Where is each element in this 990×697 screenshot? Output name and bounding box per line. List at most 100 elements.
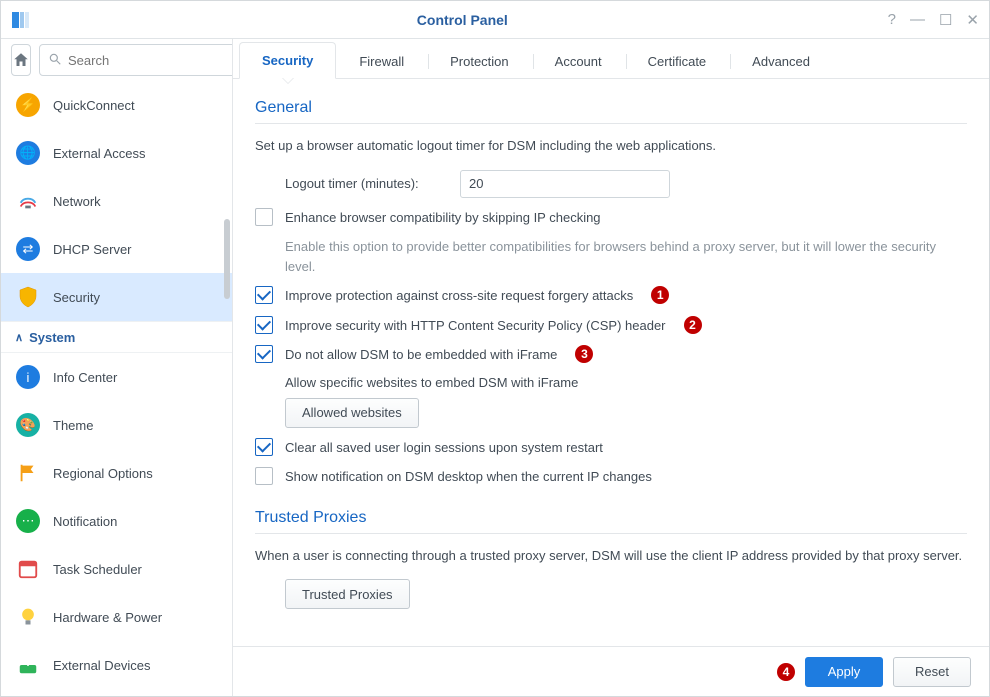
- sidebar-item-dhcp[interactable]: ⇄ DHCP Server: [1, 225, 232, 273]
- sidebar-item-security[interactable]: Security: [1, 273, 232, 321]
- help-icon[interactable]: ?: [888, 11, 896, 29]
- tab-label: Protection: [450, 54, 509, 69]
- enhance-compat-hint-row: Enable this option to provide better com…: [255, 237, 967, 276]
- trusted-proxies-button[interactable]: Trusted Proxies: [285, 579, 410, 609]
- calendar-icon: [15, 556, 41, 582]
- sidebar-item-label: QuickConnect: [53, 98, 135, 113]
- chat-icon: ⋯: [15, 508, 41, 534]
- home-button[interactable]: [11, 44, 31, 76]
- sidebar-item-external-access[interactable]: 🌐 External Access: [1, 129, 232, 177]
- tab-label: Security: [262, 53, 313, 68]
- sidebar-item-label: Notification: [53, 514, 117, 529]
- csrf-label: Improve protection against cross-site re…: [285, 286, 633, 306]
- annotation-badge-2: 2: [684, 316, 702, 334]
- sidebar-group-label: System: [29, 330, 75, 345]
- iframe-sub-row: Allow specific websites to embed DSM wit…: [255, 375, 967, 390]
- apply-button[interactable]: Apply: [805, 657, 883, 687]
- allowed-websites-button[interactable]: Allowed websites: [285, 398, 419, 428]
- sidebar-item-label: Task Scheduler: [53, 562, 142, 577]
- footer: 4 Apply Reset: [233, 646, 989, 696]
- annotation-badge-1: 1: [651, 286, 669, 304]
- scrollbar[interactable]: [224, 219, 230, 299]
- annotation-badge-3: 3: [575, 345, 593, 363]
- csrf-checkbox[interactable]: [255, 286, 273, 304]
- sidebar-item-network[interactable]: Network: [1, 177, 232, 225]
- sidebar-item-label: DHCP Server: [53, 242, 132, 257]
- logout-timer-input[interactable]: [460, 170, 670, 198]
- active-tab-caret-icon: [282, 78, 294, 84]
- sidebar-item-theme[interactable]: 🎨 Theme: [1, 401, 232, 449]
- enhance-compat-checkbox[interactable]: [255, 208, 273, 226]
- close-icon[interactable]: ✕: [966, 11, 979, 29]
- sidebar-item-label: Hardware & Power: [53, 610, 162, 625]
- sidebar-item-label: Regional Options: [53, 466, 153, 481]
- info-icon: i: [15, 364, 41, 390]
- iframe-sub-label: Allow specific websites to embed DSM wit…: [285, 375, 578, 390]
- minimize-icon[interactable]: —: [910, 11, 925, 29]
- sidebar-item-notification[interactable]: ⋯ Notification: [1, 497, 232, 545]
- panel: General Set up a browser automatic logou…: [233, 79, 989, 696]
- sidebar-item-label: Security: [53, 290, 100, 305]
- tab-label: Certificate: [648, 54, 707, 69]
- ip-notify-checkbox[interactable]: [255, 467, 273, 485]
- ip-notify-label: Show notification on DSM desktop when th…: [285, 467, 652, 487]
- ip-notify-row: Show notification on DSM desktop when th…: [255, 467, 967, 487]
- search-input[interactable]: [68, 53, 233, 68]
- sidebar-item-label: Theme: [53, 418, 93, 433]
- enhance-compat-label: Enhance browser compatibility by skippin…: [285, 208, 601, 228]
- maximize-icon[interactable]: ☐: [939, 11, 952, 29]
- csrf-row: Improve protection against cross-site re…: [255, 286, 967, 306]
- tab-label: Advanced: [752, 54, 810, 69]
- enhance-compat-hint: Enable this option to provide better com…: [285, 237, 967, 276]
- window-title: Control Panel: [37, 12, 888, 28]
- sidebar-item-label: Info Center: [53, 370, 117, 385]
- sidebar-item-label: Network: [53, 194, 101, 209]
- palette-icon: 🎨: [15, 412, 41, 438]
- tab-firewall[interactable]: Firewall: [336, 43, 427, 79]
- reset-button[interactable]: Reset: [893, 657, 971, 687]
- sidebar-item-regional[interactable]: Regional Options: [1, 449, 232, 497]
- csp-label: Improve security with HTTP Content Secur…: [285, 316, 666, 336]
- enhance-compat-row: Enhance browser compatibility by skippin…: [255, 208, 967, 228]
- tab-advanced[interactable]: Advanced: [729, 43, 833, 79]
- sidebar-item-label: External Devices: [53, 658, 151, 673]
- tabs: Security Firewall Protection Account Cer…: [233, 39, 989, 79]
- upload-icon: [15, 652, 41, 678]
- tab-security[interactable]: Security: [239, 42, 336, 79]
- search-box[interactable]: [39, 44, 233, 76]
- window-controls: ? — ☐ ✕: [888, 11, 979, 29]
- iframe-label: Do not allow DSM to be embedded with iFr…: [285, 345, 557, 365]
- tab-label: Account: [555, 54, 602, 69]
- csp-checkbox[interactable]: [255, 316, 273, 334]
- clear-sessions-label: Clear all saved user login sessions upon…: [285, 438, 603, 458]
- home-icon: [12, 51, 30, 69]
- section-title-proxies: Trusted Proxies: [255, 509, 967, 534]
- clear-sessions-checkbox[interactable]: [255, 438, 273, 456]
- network-icon: [15, 188, 41, 214]
- search-icon: [48, 52, 62, 69]
- dhcp-icon: ⇄: [15, 236, 41, 262]
- sidebar-item-external-devices[interactable]: External Devices: [1, 641, 232, 689]
- tab-certificate[interactable]: Certificate: [625, 43, 730, 79]
- logout-timer-row: Logout timer (minutes):: [255, 170, 967, 198]
- sidebar-item-hardware-power[interactable]: Hardware & Power: [1, 593, 232, 641]
- clear-sessions-row: Clear all saved user login sessions upon…: [255, 438, 967, 458]
- allowed-websites-row: Allowed websites: [255, 398, 967, 428]
- app-icon: [11, 10, 31, 30]
- sidebar-item-label: External Access: [53, 146, 146, 161]
- flag-icon: [15, 460, 41, 486]
- tab-account[interactable]: Account: [532, 43, 625, 79]
- sidebar-item-info-center[interactable]: i Info Center: [1, 353, 232, 401]
- section-title-general: General: [255, 99, 967, 124]
- logout-timer-label: Logout timer (minutes):: [285, 176, 450, 191]
- iframe-row: Do not allow DSM to be embedded with iFr…: [255, 345, 967, 365]
- tab-protection[interactable]: Protection: [427, 43, 532, 79]
- sidebar-group-system[interactable]: ∧ System: [1, 321, 232, 353]
- sidebar-item-task-scheduler[interactable]: Task Scheduler: [1, 545, 232, 593]
- shield-icon: [15, 284, 41, 310]
- sidebar: ⚡ QuickConnect 🌐 External Access Network…: [1, 39, 233, 696]
- sidebar-item-quickconnect[interactable]: ⚡ QuickConnect: [1, 81, 232, 129]
- bolt-icon: ⚡: [15, 92, 41, 118]
- chevron-up-icon: ∧: [15, 331, 23, 344]
- iframe-checkbox[interactable]: [255, 345, 273, 363]
